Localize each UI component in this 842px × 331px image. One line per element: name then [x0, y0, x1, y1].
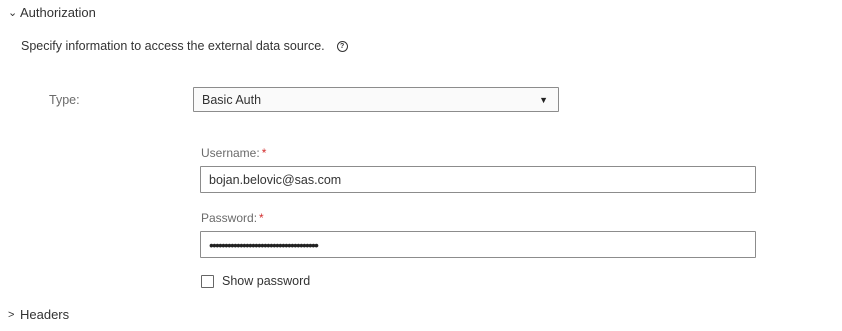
help-icon[interactable]: ? — [336, 40, 348, 52]
type-select-value: Basic Auth — [202, 92, 262, 107]
chevron-down-icon: ⌄ — [8, 7, 18, 19]
required-asterisk: * — [261, 146, 267, 160]
password-masked-value: •••••••••••••••••••••••••••••••••••• — [209, 236, 319, 253]
headers-section-header[interactable]: > Headers — [8, 307, 69, 322]
caret-down-icon: ▼ — [539, 94, 548, 105]
username-label: Username: * — [201, 146, 266, 160]
required-asterisk: * — [259, 211, 264, 225]
password-input[interactable]: •••••••••••••••••••••••••••••••••••• — [200, 231, 756, 258]
show-password-row[interactable]: Show password — [201, 274, 310, 288]
password-label: Password: * — [201, 211, 264, 225]
show-password-checkbox[interactable] — [201, 274, 214, 288]
type-select[interactable]: Basic Auth ▼ — [193, 87, 559, 112]
headers-header-label: Headers — [20, 307, 70, 322]
authorization-section-header[interactable]: ⌄ Authorization — [8, 5, 96, 20]
password-label-text: Password: — [201, 211, 258, 225]
authorization-header-label: Authorization — [20, 5, 96, 20]
chevron-right-icon: > — [8, 308, 15, 321]
description-text: Specify information to access the extern… — [21, 39, 325, 53]
show-password-label[interactable]: Show password — [222, 274, 310, 288]
username-input[interactable]: bojan.belovic@sas.com — [200, 166, 756, 193]
authorization-description: Specify information to access the extern… — [21, 39, 348, 53]
username-label-text: Username: — [201, 146, 260, 160]
type-label: Type: — [49, 93, 80, 107]
username-value: bojan.belovic@sas.com — [209, 172, 342, 187]
